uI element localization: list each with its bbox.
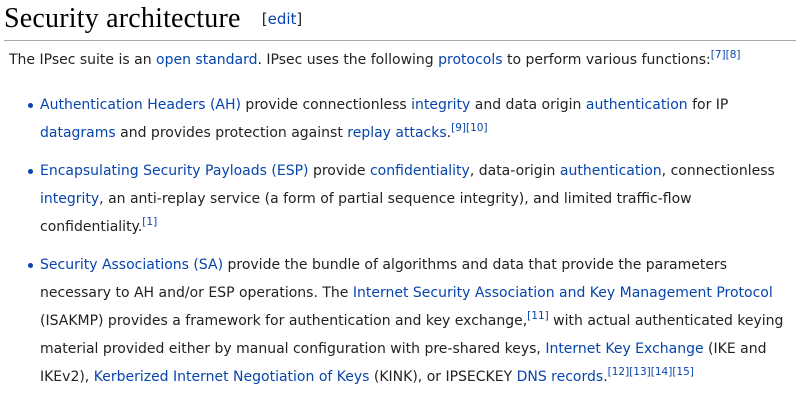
edit-section: [edit] (262, 10, 303, 28)
link-open-standard[interactable]: open standard (156, 52, 258, 68)
list-item-esp: Encapsulating Security Payloads (ESP) pr… (28, 157, 792, 241)
item-text: (ISAKMP) provides a framework for authen… (40, 313, 528, 329)
intro-text: to perform various functions: (502, 52, 711, 68)
edit-link[interactable]: edit (268, 10, 297, 28)
link-confidentiality[interactable]: confidentiality (370, 163, 470, 179)
protocol-list: Authentication Headers (AH) provide conn… (28, 91, 792, 401)
link-authentication[interactable]: authentication (586, 97, 688, 113)
intro-text: . IPsec uses the following (257, 52, 439, 68)
item-text: , data-origin (469, 163, 560, 179)
intro-paragraph: The IPsec suite is an open standard. IPs… (9, 49, 794, 71)
item-text: (KINK), or IPSECKEY (369, 369, 517, 385)
link-integrity[interactable]: integrity (40, 191, 99, 207)
citations: [1] (142, 216, 157, 228)
bullet-icon (28, 103, 33, 108)
citations: [11] (527, 310, 549, 322)
citations: [12][13][14][15] (608, 366, 694, 378)
citation-link[interactable]: [9] (451, 122, 466, 134)
citation-link[interactable]: [7] (711, 49, 726, 61)
citation-link[interactable]: [8] (726, 49, 741, 61)
list-item-ah: Authentication Headers (AH) provide conn… (28, 91, 792, 147)
section-title: Security architecture (4, 3, 241, 34)
link-authentication-headers[interactable]: Authentication Headers (AH) (40, 97, 241, 113)
link-kink[interactable]: Kerberized Internet Negotiation of Keys (94, 369, 370, 385)
link-security-associations[interactable]: Security Associations (SA) (40, 257, 223, 273)
citation-link[interactable]: [14] (651, 366, 673, 378)
edit-bracket-close: ] (296, 10, 303, 28)
intro-text: The IPsec suite is an (9, 52, 157, 68)
link-authentication[interactable]: authentication (560, 163, 662, 179)
citation-link[interactable]: [10] (466, 122, 488, 134)
citation-link[interactable]: [1] (142, 216, 157, 228)
citation-link[interactable]: [13] (629, 366, 651, 378)
link-datagrams[interactable]: datagrams (40, 125, 116, 141)
section-heading: Security architecture [edit] (4, 2, 796, 41)
link-replay-attacks[interactable]: replay attacks (347, 125, 446, 141)
item-text: provide (308, 163, 370, 179)
item-text: , connectionless (661, 163, 775, 179)
citations: [7][8] (711, 49, 741, 61)
citation-link[interactable]: [12] (608, 366, 630, 378)
citation-link[interactable]: [15] (672, 366, 694, 378)
bullet-icon (28, 263, 33, 268)
link-integrity[interactable]: integrity (411, 97, 470, 113)
link-dns-records[interactable]: DNS records (517, 369, 604, 385)
item-text: , an anti-replay service (a form of part… (40, 191, 692, 235)
item-text: and data origin (470, 97, 586, 113)
link-internet-key-exchange[interactable]: Internet Key Exchange (545, 341, 703, 357)
list-item-sa: Security Associations (SA) provide the b… (28, 251, 792, 391)
link-isakmp[interactable]: Internet Security Association and Key Ma… (353, 285, 773, 301)
bullet-icon (28, 169, 33, 174)
citations: [9][10] (451, 122, 487, 134)
citation-link[interactable]: [11] (527, 310, 549, 322)
item-text: for IP (687, 97, 729, 113)
item-text: provide connectionless (240, 97, 412, 113)
link-protocols[interactable]: protocols (438, 52, 502, 68)
item-text: and provides protection against (115, 125, 348, 141)
link-encapsulating-security-payloads[interactable]: Encapsulating Security Payloads (ESP) (40, 163, 309, 179)
